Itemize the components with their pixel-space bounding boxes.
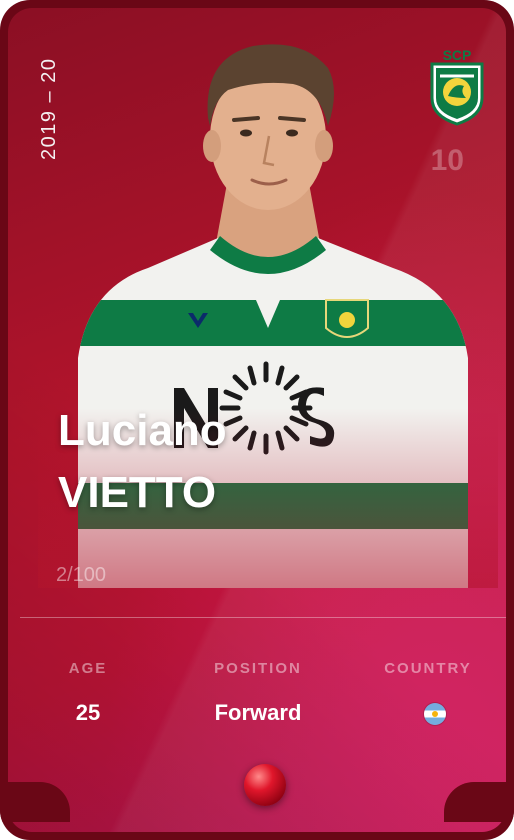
flag-sun <box>432 711 438 717</box>
country-label: COUNTRY <box>384 660 472 677</box>
player-card[interactable]: 2019 – 20 SCP 10 Luciano VIETTO 2/100 AG… <box>0 0 514 840</box>
divider <box>20 617 506 618</box>
argentina-flag-icon <box>424 703 446 725</box>
age-label: AGE <box>68 660 108 677</box>
position-label: POSITION <box>214 660 302 677</box>
player-first-name: Luciano <box>58 406 227 455</box>
club-crest-text: SCP <box>443 47 472 63</box>
card-background: 2019 – 20 SCP 10 Luciano VIETTO 2/100 AG… <box>8 8 506 832</box>
serial-number: 2/100 <box>56 564 107 586</box>
card-frame-notch-right <box>444 782 514 822</box>
age-value: 25 <box>75 700 101 725</box>
club-crest-icon: SCP <box>430 47 484 126</box>
jersey-number: 10 <box>430 144 464 177</box>
season-label: 2019 – 20 <box>38 57 60 160</box>
position-value: Forward <box>214 700 302 725</box>
player-last-name: VIETTO <box>58 468 217 517</box>
rarity-gem-icon <box>244 764 286 806</box>
